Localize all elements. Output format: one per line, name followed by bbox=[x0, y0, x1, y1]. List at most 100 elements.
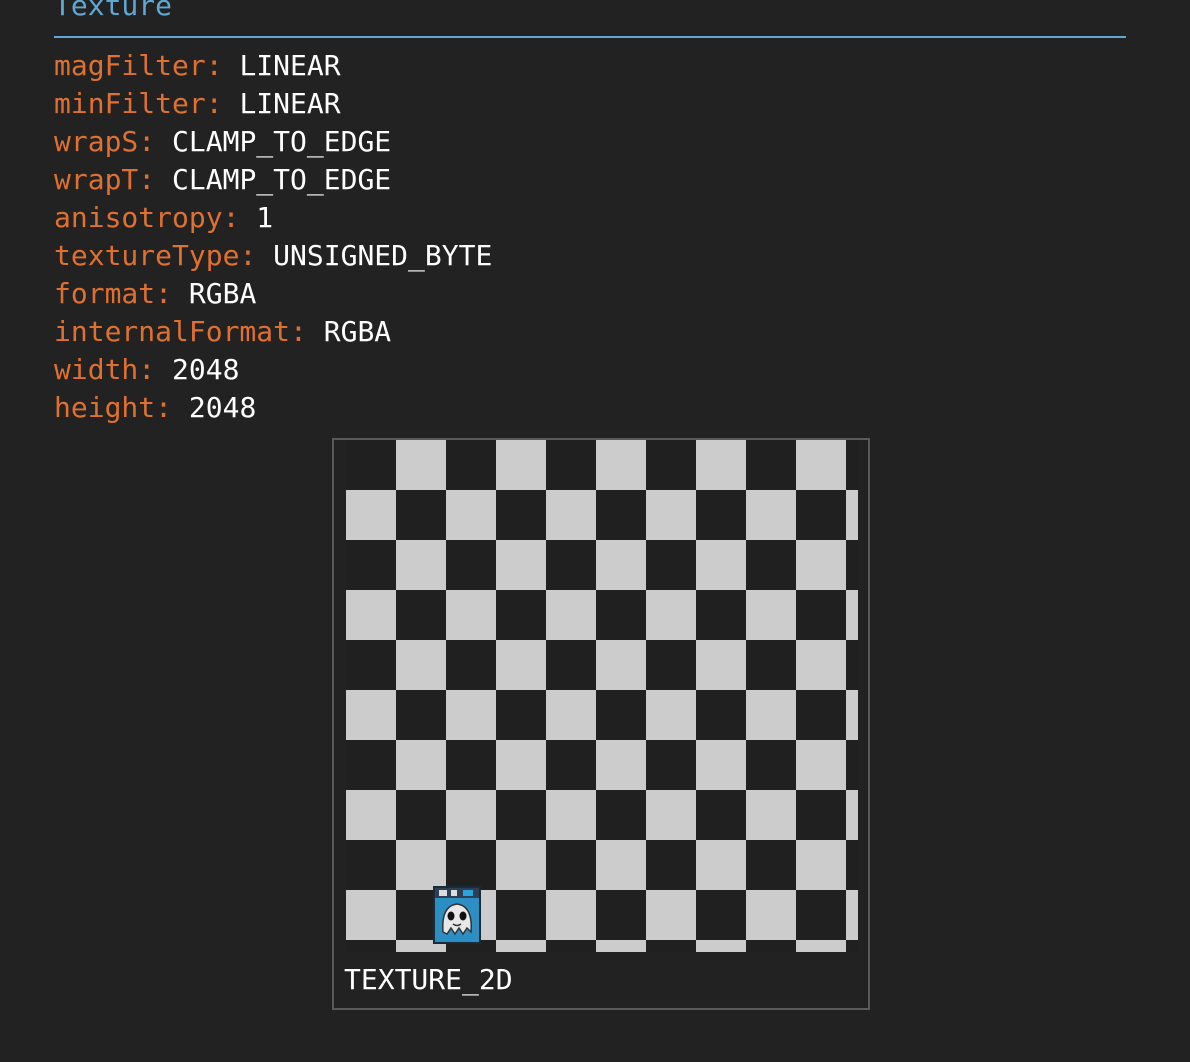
property-key: width bbox=[54, 353, 139, 386]
section-title: Texture bbox=[54, 0, 173, 22]
property-value: 2048 bbox=[172, 353, 240, 386]
property-separator: : bbox=[239, 239, 274, 272]
property-row: height: 2048 bbox=[54, 389, 492, 427]
checker-cell bbox=[446, 590, 496, 640]
checker-cell bbox=[846, 690, 858, 740]
checker-cell bbox=[546, 790, 596, 840]
checker-cell bbox=[846, 490, 858, 540]
property-key: height bbox=[54, 391, 156, 424]
checker-cell bbox=[596, 540, 646, 590]
property-row: wrapS: CLAMP_TO_EDGE bbox=[54, 123, 492, 161]
property-value: RGBA bbox=[188, 277, 257, 310]
checker-cell bbox=[496, 940, 546, 952]
property-separator: : bbox=[290, 315, 324, 348]
checker-cell bbox=[346, 590, 396, 640]
checker-cell bbox=[546, 590, 596, 640]
property-value: LINEAR bbox=[239, 49, 341, 82]
checker-cell bbox=[796, 840, 846, 890]
property-value: 1 bbox=[256, 201, 274, 234]
checker-cell bbox=[396, 740, 446, 790]
property-value: CLAMP_TO_EDGE bbox=[172, 125, 392, 158]
checkerboard bbox=[346, 440, 858, 952]
checker-cell bbox=[496, 740, 546, 790]
checker-cell bbox=[646, 690, 696, 740]
checker-cell bbox=[496, 840, 546, 890]
checker-cell bbox=[396, 640, 446, 690]
checker-cell bbox=[346, 890, 396, 940]
checker-cell bbox=[646, 790, 696, 840]
property-key: textureType bbox=[54, 239, 240, 272]
property-key: format bbox=[54, 277, 156, 310]
texture-preview-image[interactable] bbox=[346, 440, 858, 952]
checker-cell bbox=[846, 790, 858, 840]
checker-cell bbox=[596, 740, 646, 790]
property-row: textureType: UNSIGNED_BYTE bbox=[54, 237, 492, 275]
texture-preview-panel[interactable]: TEXTURE_2D bbox=[332, 438, 870, 1010]
checker-cell bbox=[746, 490, 796, 540]
checker-cell bbox=[646, 590, 696, 640]
property-key: anisotropy bbox=[54, 201, 223, 234]
checker-cell bbox=[546, 690, 596, 740]
property-row: wrapT: CLAMP_TO_EDGE bbox=[54, 161, 492, 199]
checker-cell bbox=[796, 540, 846, 590]
property-key: internalFormat bbox=[54, 315, 291, 348]
property-row: magFilter: LINEAR bbox=[54, 47, 492, 85]
checker-cell bbox=[746, 790, 796, 840]
checker-cell bbox=[696, 540, 746, 590]
property-list: magFilter: LINEAR minFilter: LINEAR wrap… bbox=[54, 47, 492, 427]
checker-cell bbox=[696, 940, 746, 952]
property-row: anisotropy: 1 bbox=[54, 199, 492, 237]
property-key: wrapS bbox=[54, 125, 139, 158]
checker-cell bbox=[796, 640, 846, 690]
checker-cell bbox=[746, 590, 796, 640]
property-separator: : bbox=[138, 125, 173, 158]
property-row: format: RGBA bbox=[54, 275, 492, 313]
property-row: internalFormat: RGBA bbox=[54, 313, 492, 351]
property-row: width: 2048 bbox=[54, 351, 492, 389]
checker-cell bbox=[346, 690, 396, 740]
checker-cell bbox=[696, 440, 746, 490]
checker-cell bbox=[796, 440, 846, 490]
property-separator: : bbox=[205, 87, 240, 120]
ghost-icon bbox=[433, 886, 481, 944]
property-separator: : bbox=[138, 163, 173, 196]
texture-target-label: TEXTURE_2D bbox=[344, 963, 513, 996]
property-value: CLAMP_TO_EDGE bbox=[172, 163, 392, 196]
checker-cell bbox=[546, 490, 596, 540]
property-separator: : bbox=[138, 353, 173, 386]
property-row: minFilter: LINEAR bbox=[54, 85, 492, 123]
property-value: UNSIGNED_BYTE bbox=[273, 239, 493, 272]
property-key: wrapT bbox=[54, 163, 139, 196]
checker-cell bbox=[746, 890, 796, 940]
checker-cell bbox=[646, 890, 696, 940]
checker-cell bbox=[446, 790, 496, 840]
checker-cell bbox=[846, 890, 858, 940]
checker-cell bbox=[796, 940, 846, 952]
property-key: minFilter bbox=[54, 87, 206, 120]
checker-cell bbox=[596, 440, 646, 490]
property-separator: : bbox=[222, 201, 257, 234]
checker-cell bbox=[496, 440, 546, 490]
checker-cell bbox=[846, 590, 858, 640]
checker-cell bbox=[696, 840, 746, 890]
property-separator: : bbox=[205, 49, 240, 82]
checker-cell bbox=[596, 840, 646, 890]
checker-cell bbox=[496, 640, 546, 690]
checker-cell bbox=[396, 440, 446, 490]
checker-cell bbox=[596, 940, 646, 952]
property-separator: : bbox=[155, 277, 189, 310]
checker-cell bbox=[596, 640, 646, 690]
property-value: LINEAR bbox=[239, 87, 341, 120]
checker-cell bbox=[696, 740, 746, 790]
property-key: magFilter bbox=[54, 49, 206, 82]
property-separator: : bbox=[155, 391, 189, 424]
checker-cell bbox=[446, 490, 496, 540]
checker-cell bbox=[696, 640, 746, 690]
checker-cell bbox=[646, 490, 696, 540]
checker-cell bbox=[546, 890, 596, 940]
checker-cell bbox=[496, 540, 546, 590]
checker-cell bbox=[346, 490, 396, 540]
checker-cell bbox=[396, 840, 446, 890]
property-value: RGBA bbox=[323, 315, 392, 348]
checker-cell bbox=[746, 690, 796, 740]
